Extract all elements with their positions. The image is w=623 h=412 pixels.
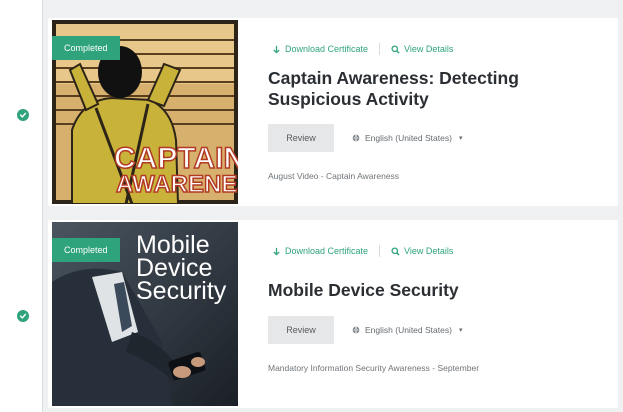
download-icon [273,247,280,256]
actions-divider [379,43,381,55]
timeline-rail [0,0,42,412]
download-certificate-link[interactable]: Download Certificate [272,246,368,256]
thumbnail-wordmark-bottom: AWARENESS [116,171,238,198]
course-card: CAPTAIN AWARENESS Completed Download Cer… [48,18,618,206]
download-certificate-label: Download Certificate [285,44,369,54]
download-certificate-link[interactable]: Download Certificate [272,44,368,54]
chevron-down-icon: ▾ [458,135,463,142]
status-badge: Completed [52,238,120,262]
card-actions: Download Certificate View Details [272,43,453,55]
status-badge: Completed [52,36,120,60]
card-actions: Download Certificate View Details [272,245,453,257]
globe-icon [352,134,360,142]
view-details-link[interactable]: View Details [391,246,453,256]
review-button[interactable]: Review [268,124,334,152]
language-label: English (United States) [365,325,452,335]
view-details-label: View Details [404,246,454,256]
review-button[interactable]: Review [268,316,334,344]
view-details-label: View Details [404,44,454,54]
globe-icon [352,326,360,334]
course-thumbnail[interactable]: Mobile Device Security Completed [52,222,238,406]
course-title[interactable]: Mobile Device Security [268,280,598,301]
search-icon [391,44,400,54]
completed-check-icon [17,109,29,121]
course-subtitle: August Video - Captain Awareness [268,171,400,181]
thumbnail-overlay-text: Mobile Device Security [136,231,227,305]
actions-divider [379,245,381,257]
course-thumbnail[interactable]: CAPTAIN AWARENESS Completed [52,20,238,204]
timeline-divider [42,0,43,412]
language-label: English (United States) [365,133,452,143]
search-icon [391,246,400,256]
completed-check-icon [17,310,29,322]
course-card: Mobile Device Security Completed Downloa… [48,220,618,408]
language-selector[interactable]: English (United States) ▾ [352,133,462,143]
download-icon [273,45,280,54]
course-title[interactable]: Captain Awareness: Detecting Suspicious … [268,68,598,110]
view-details-link[interactable]: View Details [391,44,453,54]
language-selector[interactable]: English (United States) ▾ [352,325,462,335]
download-certificate-label: Download Certificate [285,246,369,256]
chevron-down-icon: ▾ [458,327,463,334]
course-subtitle: Mandatory Information Security Awareness… [268,363,480,373]
